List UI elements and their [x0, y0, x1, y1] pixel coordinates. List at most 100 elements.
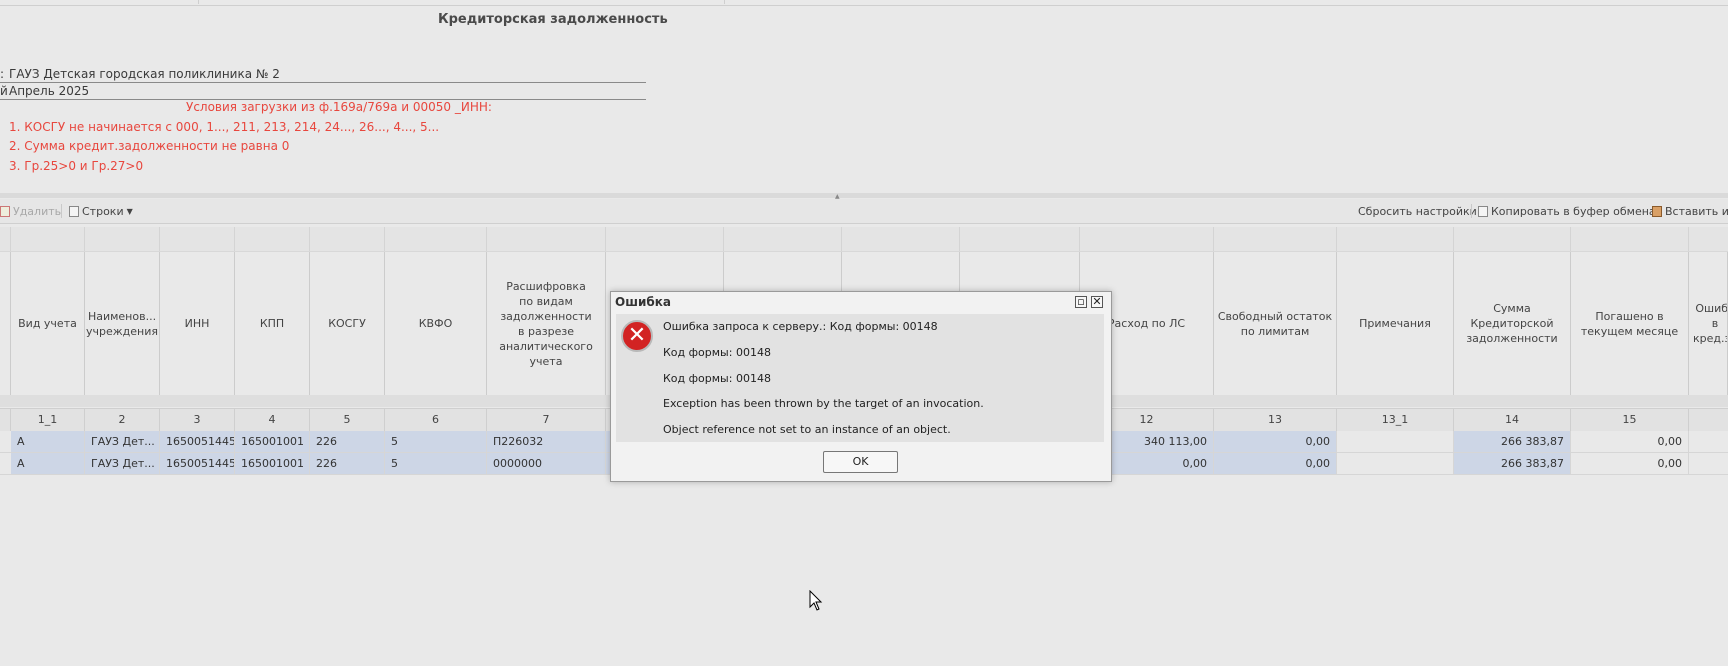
cell-vid[interactable]: А	[11, 453, 85, 474]
column-header-kpp[interactable]: КПП	[235, 252, 310, 395]
cell-kosgu[interactable]: 226	[310, 453, 385, 474]
header-divider	[384, 227, 385, 251]
cell-vid[interactable]: А	[11, 431, 85, 452]
column-header-oshibki[interactable]: Ошибо в кред.за	[1689, 252, 1728, 395]
column-header-vid-ucheta[interactable]: Вид учета	[11, 252, 85, 395]
condition-item: 1. КОСГУ не начинается с 000, 1..., 211,…	[9, 120, 440, 134]
cell-inn[interactable]: 1650051445	[160, 431, 235, 452]
header-divider	[84, 227, 85, 251]
cell-inn[interactable]: 1650051445	[160, 453, 235, 474]
mouse-cursor-icon	[809, 590, 823, 611]
column-number: 4	[235, 409, 310, 431]
header-row-marker	[0, 252, 11, 395]
conditions-heading: Условия загрузки из ф.169а/769а и 00050 …	[186, 100, 492, 114]
cell-kvfo[interactable]: 5	[385, 453, 487, 474]
rows-icon	[69, 206, 79, 217]
report-title: Кредиторская задолженность	[438, 12, 668, 27]
tab-divider	[724, 0, 725, 4]
rows-menu-button[interactable]: Строки ▼	[69, 205, 133, 218]
cell-kvfo[interactable]: 5	[385, 431, 487, 452]
toolbar-separator	[61, 204, 62, 218]
cell-pogasheno[interactable]: 0,00	[1571, 431, 1689, 452]
column-number: 2	[85, 409, 160, 431]
column-header-summa[interactable]: Сумма Кредиторской задолженности	[1454, 252, 1571, 395]
top-tab-strip	[0, 0, 1728, 6]
column-header-rasshifrovka[interactable]: Расшифровка по видам задолженности в раз…	[487, 252, 606, 395]
organization-field[interactable]: : ГАУЗ Детская городская поликлиника № 2	[0, 66, 646, 83]
paste-icon	[1652, 206, 1662, 217]
column-header-ostatok[interactable]: Свободный остаток по лимитам	[1214, 252, 1337, 395]
copy-icon	[1478, 206, 1488, 217]
ok-button[interactable]: OK	[823, 451, 898, 473]
tab-divider	[198, 0, 199, 4]
column-number: 13_1	[1337, 409, 1454, 431]
period-value: Апрель 2025	[9, 84, 90, 98]
reset-settings-button[interactable]: Сбросить настройки	[1358, 205, 1477, 218]
copy-to-clipboard-button[interactable]: Копировать в буфер обмена	[1478, 205, 1656, 218]
header-divider	[1079, 227, 1080, 251]
column-number: 13	[1214, 409, 1337, 431]
grid-toolbar: Удалить Строки ▼ Сбросить настройки Копи…	[0, 199, 1728, 224]
header-divider	[841, 227, 842, 251]
period-field[interactable]: й Апрель 2025	[0, 83, 646, 100]
cell-summa[interactable]: 266 383,87	[1454, 453, 1571, 474]
error-message: Exception has been thrown by the target …	[663, 397, 984, 410]
delete-button[interactable]: Удалить	[0, 205, 61, 218]
column-header-primechaniya[interactable]: Примечания	[1337, 252, 1454, 395]
dropdown-arrow-icon: ▼	[126, 207, 133, 216]
header-divider	[605, 227, 606, 251]
cell-rasshifrovka[interactable]: П226032	[487, 431, 606, 452]
column-number: 3	[160, 409, 235, 431]
error-dialog: Ошибка ▫ ✕ ✕ Ошибка запроса к серверу.: …	[610, 291, 1112, 482]
header-divider	[10, 227, 11, 251]
header-divider	[1213, 227, 1214, 251]
dialog-title: Ошибка	[615, 295, 671, 309]
organization-label: :	[0, 67, 5, 81]
column-number: 15	[1571, 409, 1689, 431]
cell-name[interactable]: ГАУЗ Дет...	[85, 453, 160, 474]
column-header-kosgu[interactable]: КОСГУ	[310, 252, 385, 395]
maximize-icon[interactable]: ▫	[1075, 296, 1087, 308]
cell-name[interactable]: ГАУЗ Дет...	[85, 431, 160, 452]
dialog-titlebar[interactable]: Ошибка ▫ ✕	[611, 292, 1111, 312]
cell-primechaniya[interactable]	[1337, 453, 1454, 474]
cell-rasshifrovka[interactable]: 0000000	[487, 453, 606, 474]
header-divider	[486, 227, 487, 251]
dialog-body: ✕ Ошибка запроса к серверу.: Код формы: …	[616, 314, 1104, 442]
header-divider	[1688, 227, 1689, 251]
column-header-naimenovanie[interactable]: Наименов... учреждения	[85, 252, 160, 395]
column-number	[0, 409, 11, 431]
header-divider	[723, 227, 724, 251]
cell-kpp[interactable]: 165001001	[235, 453, 310, 474]
header-divider	[159, 227, 160, 251]
column-number: 14	[1454, 409, 1571, 431]
column-header-pogasheno[interactable]: Погашено в текущем месяце	[1571, 252, 1689, 395]
error-message: Код формы: 00148	[663, 346, 771, 359]
column-number: 1_1	[11, 409, 85, 431]
header-divider	[1570, 227, 1571, 251]
header-divider	[1336, 227, 1337, 251]
cell-pogasheno[interactable]: 0,00	[1571, 453, 1689, 474]
header-divider	[234, 227, 235, 251]
cell-kpp[interactable]: 165001001	[235, 431, 310, 452]
header-divider	[1453, 227, 1454, 251]
toolbar-separator	[1471, 204, 1472, 218]
paste-button[interactable]: Вставить и	[1652, 205, 1728, 218]
header-divider	[959, 227, 960, 251]
column-header-kvfo[interactable]: КВФО	[385, 252, 487, 395]
condition-item: 2. Сумма кредит.задолженности не равна 0	[9, 139, 290, 153]
column-number: 7	[487, 409, 606, 431]
column-header-inn[interactable]: ИНН	[160, 252, 235, 395]
column-number: 5	[310, 409, 385, 431]
panel-splitter[interactable]: ▲	[0, 193, 1728, 200]
cell-summa[interactable]: 266 383,87	[1454, 431, 1571, 452]
cell-ostatok[interactable]: 0,00	[1214, 431, 1337, 452]
cell-primechaniya[interactable]	[1337, 431, 1454, 452]
organization-value: ГАУЗ Детская городская поликлиника № 2	[9, 67, 280, 81]
cell-kosgu[interactable]: 226	[310, 431, 385, 452]
close-icon[interactable]: ✕	[1091, 296, 1103, 308]
header-divider	[309, 227, 310, 251]
period-label: й	[0, 84, 8, 98]
cell-ostatok[interactable]: 0,00	[1214, 453, 1337, 474]
error-message: Код формы: 00148	[663, 372, 771, 385]
